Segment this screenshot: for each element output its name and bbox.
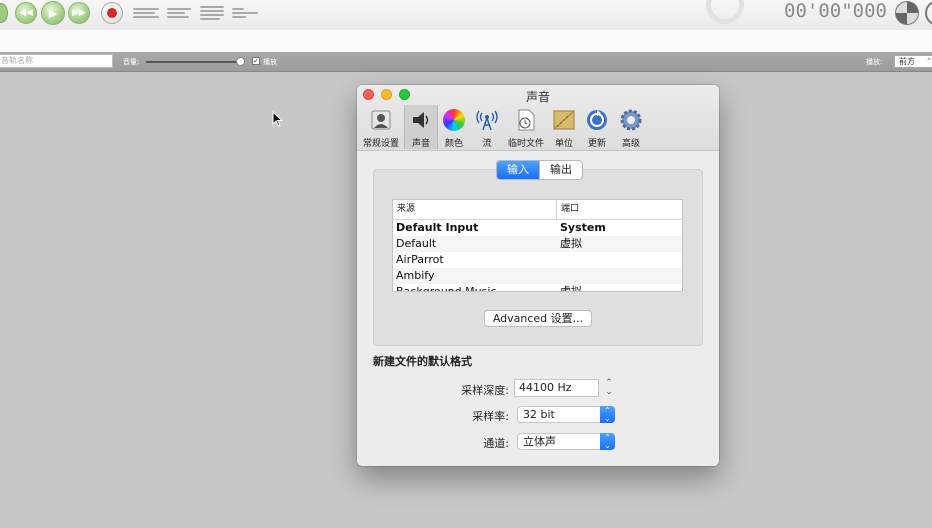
tab-label: 常规设置 [362,139,399,149]
track-control-bar: 音轨名称 音量: ✓ 播放 播放: 前方 ⌃ [0,52,932,72]
table-cell-port: System [560,221,606,234]
volume-slider-knob[interactable] [236,57,245,66]
table-cell-source: Background Music [396,285,497,292]
table-cell-source: AirParrot [396,253,444,266]
tab-label: 颜色 [444,139,463,149]
tab-update[interactable]: 更新 [584,105,610,149]
table-row[interactable]: Default Input System [393,220,682,236]
sample-depth-label: 采样深度: [461,384,509,397]
broadcast-icon [474,107,500,133]
table-cell-port [557,252,560,268]
tab-label: 更新 [587,139,606,149]
color-wheel-icon [441,107,467,133]
split-icon[interactable] [232,4,258,22]
tab-label: 流 [482,139,492,149]
app-logo-icon [895,1,919,25]
volume-slider[interactable] [146,61,240,63]
sample-depth-field[interactable]: 44100 Hz [514,379,599,397]
table-cell-port: 虚拟 [560,285,582,292]
segment-input[interactable]: 输入 [497,161,539,179]
time-display: 00'00"000 [784,0,887,22]
playback-label: 播放: [866,58,883,66]
tab-stream[interactable]: 流 [473,105,501,149]
chevron-updown-icon: ⌃ [926,57,932,65]
table-row[interactable]: Ambify [393,268,682,284]
tab-label: 单位 [554,139,573,149]
volume-label: 音量: [123,58,140,66]
tab-temp-files[interactable]: 临时文件 [504,105,548,149]
tab-sound[interactable]: 声音 [404,105,438,149]
ruler-icon [551,107,577,133]
waveform-icon[interactable] [133,4,159,22]
tab-units[interactable]: 单位 [552,105,576,149]
advanced-settings-button[interactable]: Advanced 设置... [484,310,592,327]
sample-rate-label: 采样率: [472,410,509,423]
chevron-updown-icon: ⌃ ⌄ [600,406,615,423]
gear-icon [618,107,644,133]
io-segmented-control: 输入 输出 [496,160,583,180]
mixer-icon[interactable] [200,4,224,22]
table-cell-source: Default [396,237,437,250]
sample-rate-value: 32 bit [523,408,555,421]
tab-advanced[interactable]: 高级 [617,105,645,149]
app-toolbar: ◀◀ ▶ ▶▶ 00'00"000 [0,0,932,30]
overflow-icon[interactable] [925,1,932,25]
tab-label: 临时文件 [507,139,544,149]
temp-file-icon [513,107,539,133]
ruler-area [0,30,932,52]
play-icon[interactable]: ▶ [41,1,65,25]
track-name-input[interactable]: 音轨名称 [0,54,113,68]
tab-general[interactable]: 常规设置 [362,105,400,149]
table-cell-source: Ambify [396,269,435,282]
channels-popup[interactable]: 立体声 ⌃ ⌄ [517,433,615,450]
segment-output[interactable]: 输出 [539,161,582,179]
play-checkbox[interactable]: ✓ [252,57,260,65]
playback-select-value: 前方 [899,57,915,66]
play-checkbox-label: 播放 [263,58,277,66]
channels-label: 通道: [483,437,509,450]
rewind-icon[interactable]: ◀◀ [15,2,37,24]
fast-forward-icon[interactable]: ▶▶ [68,2,90,24]
table-row[interactable]: AirParrot [393,252,682,268]
channels-value: 立体声 [523,435,556,448]
table-cell-source: Default Input [396,221,479,234]
table-row[interactable]: Background Music 虚拟 [393,284,682,292]
watermark-logo [706,0,744,24]
preferences-window: 声音 常规设置 声音 颜色 流 临时文件 单位 更新 高级 输入 输出 来源 端… [357,85,719,466]
preferences-titlebar: 声音 常规设置 声音 颜色 流 临时文件 单位 更新 高级 [357,85,719,151]
record-icon[interactable] [101,2,123,24]
trim-icon[interactable] [167,4,193,22]
column-header-source[interactable]: 来源 [393,200,557,219]
table-row[interactable]: Default 虚拟 [393,236,682,252]
table-cell-port [557,268,560,284]
sample-rate-popup[interactable]: 32 bit ⌃ ⌄ [517,406,615,423]
tab-label: 声音 [411,139,430,149]
device-table: 来源 端口 Default Input System Default 虚拟 Ai… [392,199,683,292]
update-icon [584,107,610,133]
general-icon [368,107,394,133]
default-format-heading: 新建文件的默认格式 [373,355,472,368]
playback-select[interactable]: 前方 ⌃ [894,55,932,68]
tab-label: 高级 [621,139,640,149]
table-cell-port: 虚拟 [560,237,582,250]
mouse-cursor-icon [272,111,284,127]
speaker-icon [408,107,434,133]
table-header: 来源 端口 [393,200,682,220]
sample-depth-stepper[interactable]: ⌃ ⌄ [604,379,614,397]
previous-icon[interactable] [0,3,8,23]
chevron-updown-icon: ⌃ ⌄ [600,433,615,450]
window-title: 声音 [525,90,550,104]
column-header-port[interactable]: 端口 [557,200,682,219]
tab-color[interactable]: 颜色 [439,105,469,149]
